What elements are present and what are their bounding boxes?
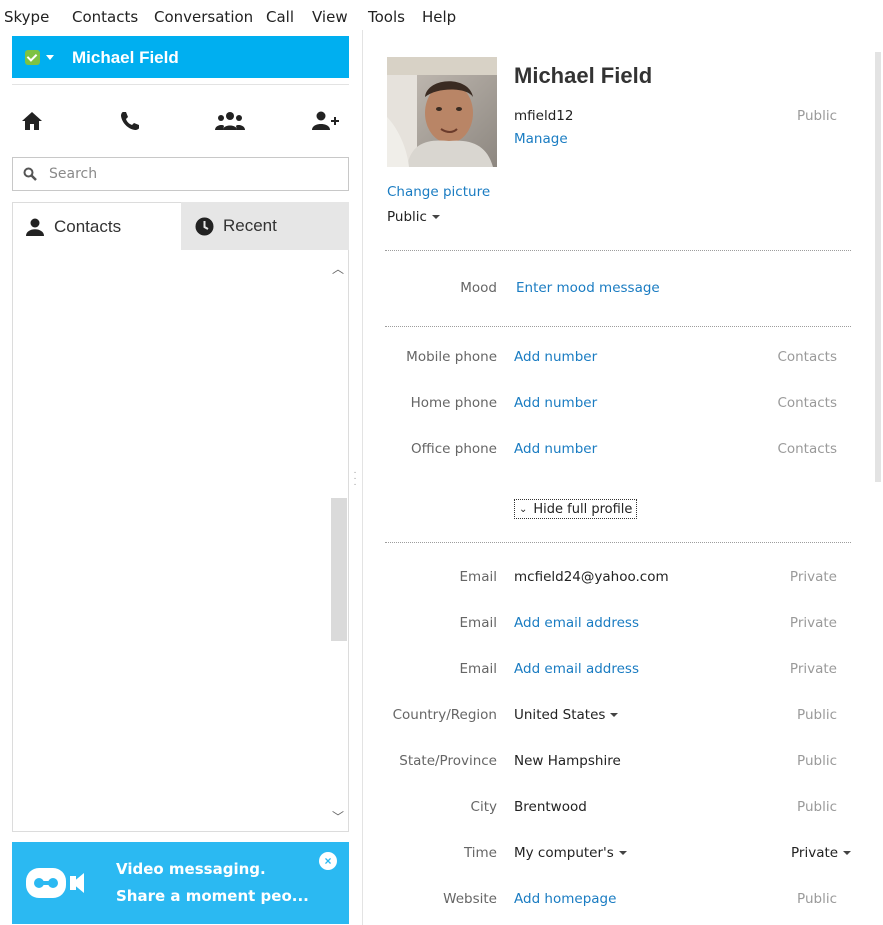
profile-scrollbar[interactable] (875, 52, 881, 482)
state-value[interactable]: New Hampshire (514, 753, 621, 769)
mood-label: Mood (460, 280, 497, 296)
hide-full-profile-label: Hide full profile (533, 501, 633, 517)
email-label: Email (459, 569, 497, 585)
home-phone-label: Home phone (410, 395, 497, 411)
tab-recent-label: Recent (223, 216, 277, 235)
phone-icon[interactable] (110, 103, 150, 139)
home-icon[interactable] (12, 103, 52, 139)
online-status-icon[interactable] (25, 50, 40, 65)
home-phone-privacy: Contacts (777, 395, 837, 411)
add-email-link[interactable]: Add email address (514, 615, 639, 631)
chevron-down-icon (843, 851, 852, 855)
search-input[interactable] (49, 163, 339, 185)
menu-skype[interactable]: Skype (4, 8, 49, 26)
menu-tools[interactable]: Tools (368, 8, 405, 26)
mobile-phone-add[interactable]: Add number (514, 349, 597, 365)
add-contact-icon[interactable] (306, 103, 346, 139)
add-homepage-link[interactable]: Add homepage (514, 891, 616, 907)
mobile-phone-privacy: Contacts (777, 349, 837, 365)
promo-subtitle: Share a moment peo... (116, 887, 309, 905)
menu-help[interactable]: Help (422, 8, 456, 26)
tab-contacts-label: Contacts (54, 216, 122, 236)
scrollbar-thumb[interactable] (331, 498, 347, 641)
chevron-down-icon (618, 851, 627, 855)
divider (385, 326, 851, 327)
menu-conversation[interactable]: Conversation (154, 8, 253, 26)
divider (385, 250, 851, 251)
manage-link[interactable]: Manage (514, 131, 568, 147)
city-privacy: Public (797, 799, 837, 815)
office-phone-label: Office phone (411, 441, 497, 457)
website-label: Website (443, 891, 497, 907)
office-phone-add[interactable]: Add number (514, 441, 597, 457)
username-privacy: Public (797, 108, 837, 124)
menu-call[interactable]: Call (266, 8, 294, 26)
profile-picture[interactable] (387, 57, 497, 167)
profile-name-heading: Michael Field (514, 63, 653, 88)
profile-name[interactable]: Michael Field (72, 48, 179, 68)
contact-list[interactable]: ︿ ﹀ (12, 250, 349, 832)
home-phone-add[interactable]: Add number (514, 395, 597, 411)
time-privacy: Private (791, 845, 839, 861)
chevron-down-icon (610, 713, 619, 717)
mobile-phone-label: Mobile phone (406, 349, 497, 365)
picture-privacy-dropdown[interactable]: Public (387, 209, 440, 225)
time-privacy-dropdown[interactable]: Private (791, 845, 852, 861)
state-privacy: Public (797, 753, 837, 769)
promo-title: Video messaging. (116, 860, 266, 878)
contact-list-scrollbar[interactable]: ︿ ﹀ (328, 250, 348, 831)
menu-view[interactable]: View (312, 8, 348, 26)
search-icon (23, 167, 37, 181)
office-phone-privacy: Contacts (777, 441, 837, 457)
country-label: Country/Region (392, 707, 497, 723)
group-icon[interactable] (210, 103, 250, 139)
chevron-down-icon: ⌄ (519, 503, 528, 515)
add-email-link[interactable]: Add email address (514, 661, 639, 677)
email-privacy: Private (789, 661, 837, 677)
tab-contacts[interactable]: Contacts (12, 202, 181, 250)
chevron-down-icon (431, 215, 440, 219)
scroll-down-icon[interactable]: ﹀ (332, 808, 344, 825)
tab-recent[interactable]: Recent (181, 202, 349, 250)
mood-input[interactable]: Enter mood message (516, 280, 660, 296)
menu-bar: Skype Contacts Conversation Call View To… (0, 0, 883, 30)
country-dropdown[interactable]: United States (514, 707, 619, 723)
video-messaging-promo[interactable]: Video messaging. Share a moment peo... × (12, 842, 349, 924)
navigation-icon-row (12, 84, 349, 158)
divider (385, 542, 851, 543)
city-value[interactable]: Brentwood (514, 799, 587, 815)
website-privacy: Public (797, 891, 837, 907)
email-label: Email (459, 661, 497, 677)
email-label: Email (459, 615, 497, 631)
time-label: Time (463, 845, 497, 861)
contact-tabs: Contacts Recent (12, 202, 349, 250)
email-value[interactable]: mcfield24@yahoo.com (514, 569, 669, 585)
video-message-icon (26, 868, 84, 898)
status-dropdown-icon[interactable] (46, 55, 54, 60)
profile-status-bar[interactable]: Michael Field (12, 36, 349, 78)
email-privacy: Private (789, 569, 837, 585)
change-picture-link[interactable]: Change picture (387, 184, 490, 200)
city-label: City (470, 799, 497, 815)
country-privacy: Public (797, 707, 837, 723)
country-value: United States (514, 707, 606, 723)
left-panel: Michael Field Contacts Recent ︿ (0, 30, 360, 925)
hide-full-profile-button[interactable]: ⌄ Hide full profile (514, 499, 638, 519)
profile-panel: Michael Field mfield12 Public Manage Cha… (362, 30, 883, 925)
scroll-up-icon[interactable]: ︿ (332, 260, 344, 277)
close-icon[interactable]: × (319, 852, 337, 870)
time-value: My computer's (514, 845, 614, 861)
menu-contacts[interactable]: Contacts (72, 8, 138, 26)
panel-splitter[interactable]: · · · (352, 468, 358, 500)
clock-icon (195, 217, 214, 235)
email-privacy: Private (789, 615, 837, 631)
contact-person-icon (26, 218, 44, 236)
search-box[interactable] (12, 157, 349, 191)
skype-username: mfield12 (514, 108, 574, 124)
picture-privacy-value: Public (387, 209, 427, 225)
time-dropdown[interactable]: My computer's (514, 845, 627, 861)
state-label: State/Province (399, 753, 497, 769)
